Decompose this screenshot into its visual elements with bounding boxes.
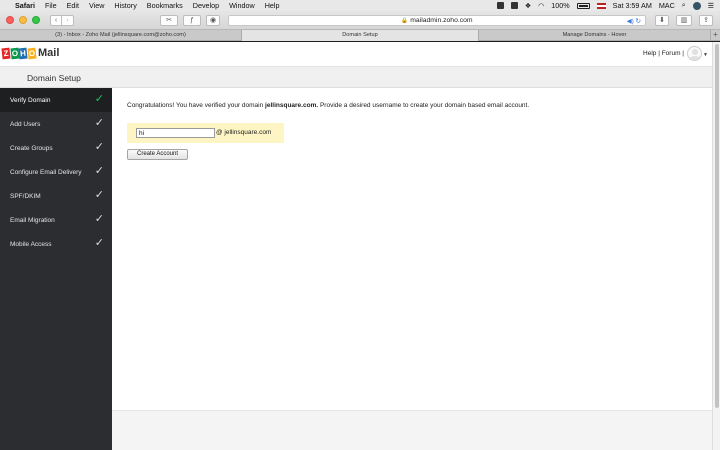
- zoho-mail-logo[interactable]: Z O H O Mail: [1, 47, 60, 59]
- battery-icon[interactable]: [576, 2, 590, 9]
- sidebar-item-spf-dkim[interactable]: SPF/DKIM ✓: [0, 184, 112, 208]
- check-icon: ✓: [94, 237, 104, 249]
- spotlight-search-icon[interactable]: ⌕: [682, 2, 686, 10]
- check-icon: ✓: [94, 213, 104, 225]
- sidebar-item-verify-domain[interactable]: Verify Domain ✓: [0, 88, 120, 112]
- menu-window[interactable]: Window: [229, 1, 255, 10]
- create-account-button[interactable]: Create Account: [127, 149, 188, 160]
- logo-letter-h: H: [18, 47, 28, 59]
- username-form: @ jellinsquare.com: [127, 123, 284, 143]
- forward-button[interactable]: ›: [62, 14, 74, 26]
- share-icon[interactable]: ⇪: [699, 15, 713, 26]
- chevron-down-icon[interactable]: ▼: [703, 52, 708, 58]
- menu-edit[interactable]: Edit: [67, 1, 79, 10]
- check-icon: ✓: [94, 93, 104, 105]
- logo-letter-o: O: [26, 47, 37, 59]
- menu-develop[interactable]: Develop: [193, 1, 219, 10]
- page-scrollbar[interactable]: [712, 42, 720, 450]
- sidebar-item-label: Create Groups: [10, 144, 53, 152]
- battery-percent: 100%: [551, 1, 570, 10]
- status-app-icon[interactable]: [496, 2, 504, 9]
- extension-circle-icon[interactable]: ◉: [206, 15, 220, 26]
- message-text: Congratulations! You have verified your …: [127, 102, 266, 109]
- tab-inbox[interactable]: (3) - Inbox - Zoho Mail (jellinsquare.co…: [0, 30, 242, 41]
- web-page: Z O H O Mail Help | Forum | ▼ Domain Set…: [0, 42, 712, 450]
- sidebar-toggle-icon[interactable]: ▥: [676, 15, 692, 26]
- macos-menubar: Safari File Edit View History Bookmarks …: [0, 0, 720, 11]
- verified-domain: jellinsquare.com.: [265, 102, 319, 109]
- check-icon: ✓: [94, 141, 104, 153]
- dropbox-icon[interactable]: ❖: [525, 2, 531, 10]
- logo-mail-text: Mail: [38, 47, 60, 59]
- sidebar-item-configure-email-delivery[interactable]: Configure Email Delivery ✓: [0, 160, 112, 184]
- minimize-window-button[interactable]: [19, 16, 27, 24]
- sidebar-item-label: Add Users: [10, 120, 41, 128]
- history-nav: ‹ ›: [50, 14, 74, 26]
- function-extension-icon[interactable]: ƒ: [183, 15, 201, 26]
- audio-reload-icons[interactable]: ◀) ↻: [627, 17, 641, 25]
- sidebar-item-label: Mobile Access: [10, 240, 52, 248]
- scissors-extension-icon[interactable]: ✂: [160, 15, 178, 26]
- setup-sidebar: Verify Domain ✓ Add Users ✓ Create Group…: [0, 88, 120, 450]
- sidebar-item-add-users[interactable]: Add Users ✓: [0, 112, 112, 136]
- sidebar-item-label: Email Migration: [10, 216, 55, 224]
- page-footer: [112, 410, 712, 450]
- address-bar-url: mailadmin.zoho.com: [410, 17, 473, 24]
- domain-suffix-label: @ jellinsquare.com: [216, 129, 272, 136]
- username-input[interactable]: [136, 128, 215, 138]
- notification-center-icon[interactable]: ☰: [708, 2, 714, 10]
- page-title: Domain Setup: [27, 73, 81, 83]
- message-text: Provide a desired username to create you…: [318, 102, 530, 109]
- sidebar-item-create-groups[interactable]: Create Groups ✓: [0, 136, 112, 160]
- new-tab-button[interactable]: +: [711, 30, 720, 40]
- help-forum-links[interactable]: Help | Forum |: [643, 50, 684, 57]
- sidebar-item-mobile-access[interactable]: Mobile Access ✓: [0, 232, 112, 256]
- menu-view[interactable]: View: [89, 1, 104, 10]
- page-subheader: Domain Setup: [0, 66, 712, 88]
- menu-history[interactable]: History: [114, 1, 136, 10]
- menu-file[interactable]: File: [45, 1, 57, 10]
- menu-bookmarks[interactable]: Bookmarks: [147, 1, 183, 10]
- sidebar-item-label: Verify Domain: [10, 96, 51, 104]
- input-source-flag-icon[interactable]: [596, 2, 606, 9]
- status-app-icon[interactable]: [510, 2, 518, 9]
- check-icon: ✓: [94, 117, 104, 129]
- close-window-button[interactable]: [6, 16, 14, 24]
- check-icon: ✓: [94, 165, 104, 177]
- menu-safari[interactable]: Safari: [15, 1, 35, 10]
- back-button[interactable]: ‹: [50, 14, 62, 26]
- zoom-window-button[interactable]: [32, 16, 40, 24]
- sidebar-item-email-migration[interactable]: Email Migration ✓: [0, 208, 112, 232]
- menu-help[interactable]: Help: [265, 1, 280, 10]
- wifi-icon[interactable]: ◠: [538, 2, 544, 10]
- tab-domain-setup[interactable]: Domain Setup: [242, 30, 479, 41]
- sidebar-item-label: SPF/DKIM: [10, 192, 41, 200]
- logo-letter-z: Z: [1, 47, 11, 59]
- siri-icon[interactable]: [692, 1, 701, 10]
- menubar-clock[interactable]: Sat 3:59 AM: [613, 1, 652, 10]
- tab-bar: (3) - Inbox - Zoho Mail (jellinsquare.co…: [0, 30, 720, 41]
- scrollbar-thumb[interactable]: [715, 44, 719, 408]
- user-avatar[interactable]: [687, 46, 702, 61]
- verification-message: Congratulations! You have verified your …: [127, 102, 529, 109]
- setup-content: Congratulations! You have verified your …: [112, 88, 712, 410]
- address-bar[interactable]: 🔒 mailadmin.zoho.com ◀) ↻: [228, 15, 646, 26]
- sidebar-item-label: Configure Email Delivery: [10, 168, 82, 176]
- browser-toolbar: ‹ › ✂ ƒ ◉ 🔒 mailadmin.zoho.com ◀) ↻ ⬇ ▥ …: [0, 11, 720, 30]
- tab-manage-domains[interactable]: Manage Domains - Hover: [479, 30, 711, 41]
- lock-icon: 🔒: [401, 17, 409, 24]
- zoho-header: Z O H O Mail Help | Forum | ▼: [0, 42, 712, 66]
- downloads-icon[interactable]: ⬇: [655, 15, 669, 26]
- menubar-user[interactable]: MAC: [659, 1, 675, 10]
- menubar-status-area: ❖ ◠ 100% Sat 3:59 AM MAC ⌕ ☰: [496, 1, 714, 10]
- check-icon: ✓: [94, 189, 104, 201]
- window-controls: [6, 16, 40, 24]
